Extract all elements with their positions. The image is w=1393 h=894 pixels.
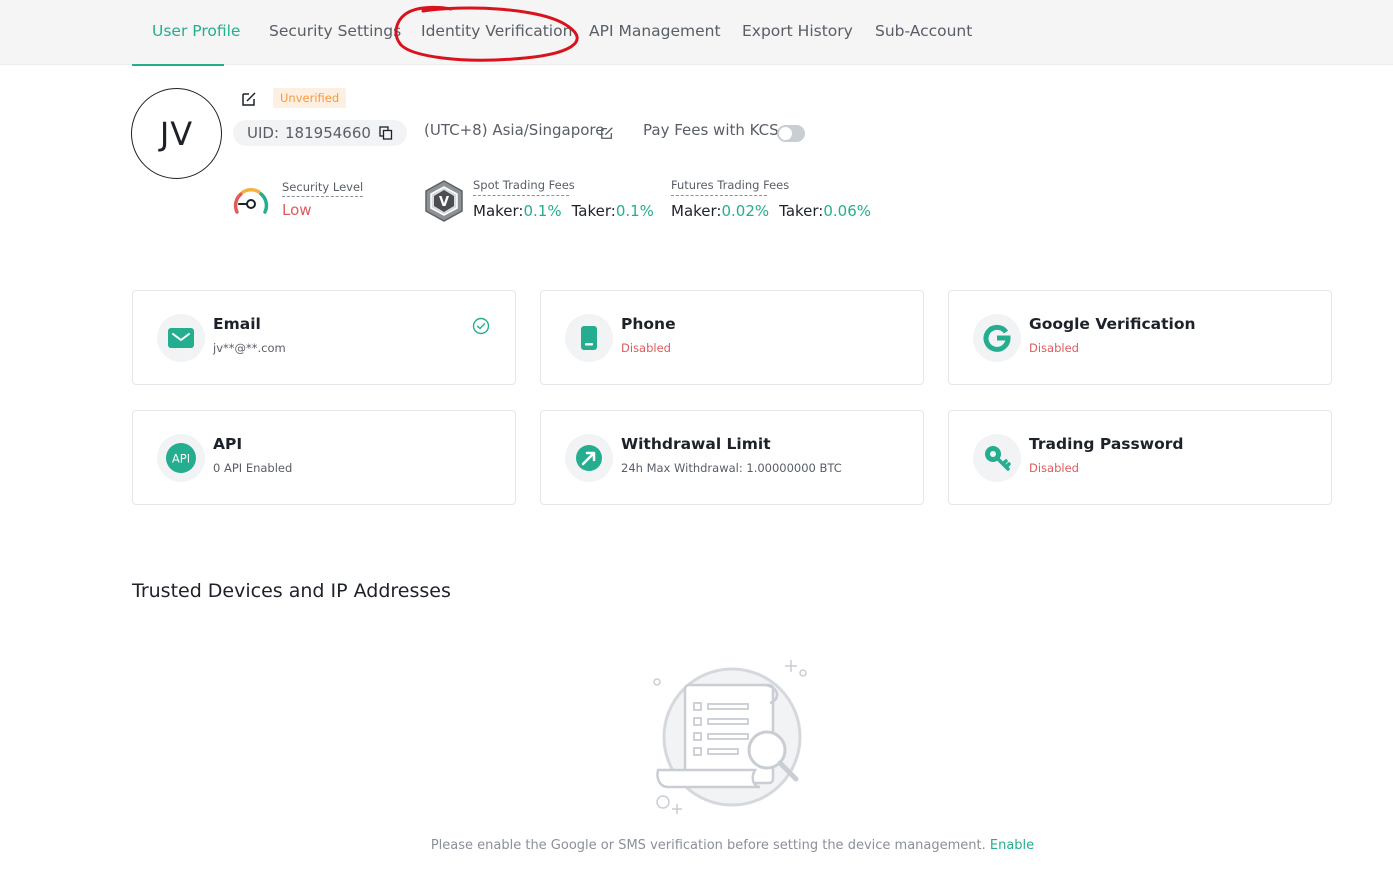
email-icon [168,328,194,348]
edit-timezone-icon[interactable] [600,126,614,140]
api-icon-wrap: API [157,434,205,482]
card-subtitle: 24h Max Withdrawal: 1.00000000 BTC [621,461,842,475]
taker-label: Taker: [571,202,616,220]
trusted-devices-empty-message: Please enable the Google or SMS verifica… [0,838,1393,853]
edit-name-icon[interactable] [241,91,257,107]
verification-status-badge: Unverified [273,88,347,108]
card-subtitle: 0 API Enabled [213,461,293,475]
uid-value: 181954660 [285,124,371,142]
tab-export-history[interactable]: Export History [742,0,853,65]
email-card[interactable]: Email jv**@**.com [132,290,516,385]
pay-fees-kcs-toggle[interactable] [777,125,805,142]
avatar-initials: JV [159,114,194,153]
tab-api-management[interactable]: API Management [589,0,721,65]
withdrawal-icon [576,445,602,471]
tab-identity-verification[interactable]: Identity Verification [421,0,572,65]
security-level-label: Security Level [282,180,364,197]
google-verification-card[interactable]: Google Verification Disabled [948,290,1332,385]
key-icon-wrap [973,434,1021,482]
futures-fees-label: Futures Trading Fees [671,178,789,196]
futures-maker-fee: 0.02% [721,202,770,220]
withdrawal-icon-wrap [565,434,613,482]
card-title: API [213,435,243,453]
tab-security-settings[interactable]: Security Settings [269,0,401,65]
google-icon [983,324,1011,352]
card-title: Trading Password [1029,435,1184,453]
uid-label: UID: [247,124,280,142]
spot-maker-fee: 0.1% [523,202,562,220]
vip-level-badge-icon: V [425,180,463,222]
taker-label: Taker: [779,202,824,220]
security-level-value: Low [282,201,312,219]
tab-label: Identity Verification [421,22,573,40]
maker-label: Maker: [473,202,524,220]
timezone-value: (UTC+8) Asia/Singapore [424,121,605,139]
api-card[interactable]: API API 0 API Enabled [132,410,516,505]
pay-fees-kcs-label: Pay Fees with KCS [643,121,779,139]
tab-label: Security Settings [269,22,402,40]
uid-pill: UID: 181954660 [233,120,407,146]
card-title: Withdrawal Limit [621,435,771,453]
key-icon [985,446,1011,471]
verified-check-icon [472,317,490,335]
copy-icon[interactable] [379,126,393,140]
security-gauge-icon [233,187,269,214]
card-subtitle: Disabled [1029,341,1079,355]
withdrawal-limit-card[interactable]: Withdrawal Limit 24h Max Withdrawal: 1.0… [540,410,924,505]
futures-taker-fee: 0.06% [823,202,872,220]
card-subtitle: jv**@**.com [213,341,286,355]
tab-label: User Profile [152,22,241,40]
tab-label: Sub-Account [875,22,973,40]
active-tab-indicator [132,64,224,66]
spot-fees-label: Spot Trading Fees [473,178,575,196]
maker-label: Maker: [671,202,722,220]
api-icon: API [166,443,196,473]
top-nav: User Profile Security Settings Identity … [0,0,1393,66]
phone-icon-wrap [565,314,613,362]
timezone: (UTC+8) Asia/Singapore [424,121,604,139]
tab-user-profile[interactable]: User Profile [132,0,240,66]
card-subtitle: Disabled [1029,461,1079,475]
empty-state-document-icon [653,660,807,814]
tab-label: Export History [742,22,853,40]
trusted-devices-title: Trusted Devices and IP Addresses [132,580,451,602]
card-title: Google Verification [1029,315,1196,333]
avatar: JV [131,88,222,179]
api-icon-text: API [172,452,190,466]
toggle-knob [779,127,792,140]
tab-sub-account[interactable]: Sub-Account [875,0,972,65]
enable-link[interactable]: Enable [990,838,1034,853]
phone-icon [581,326,597,350]
spot-taker-fee: 0.1% [615,202,654,220]
email-icon-wrap [157,314,205,362]
trading-password-card[interactable]: Trading Password Disabled [948,410,1332,505]
card-subtitle: Disabled [621,341,671,355]
phone-card[interactable]: Phone Disabled [540,290,924,385]
card-title: Phone [621,315,676,333]
card-title: Email [213,315,261,333]
vip-letter: V [439,195,449,210]
futures-fees: Maker:0.02% Taker:0.06% [671,202,871,220]
google-icon-wrap [973,314,1021,362]
spot-fees: Maker:0.1% Taker:0.1% [473,202,654,220]
empty-message-text: Please enable the Google or SMS verifica… [430,838,986,853]
tab-label: API Management [589,22,721,40]
